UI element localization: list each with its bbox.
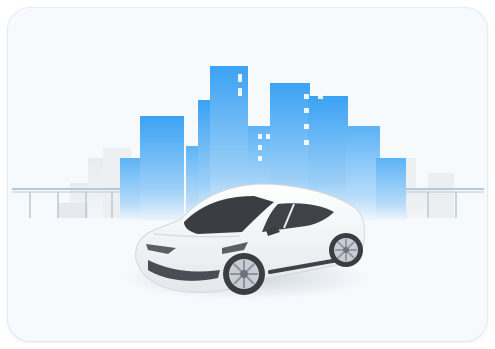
car-city-illustration	[12, 66, 484, 300]
illustration-card	[8, 8, 487, 341]
